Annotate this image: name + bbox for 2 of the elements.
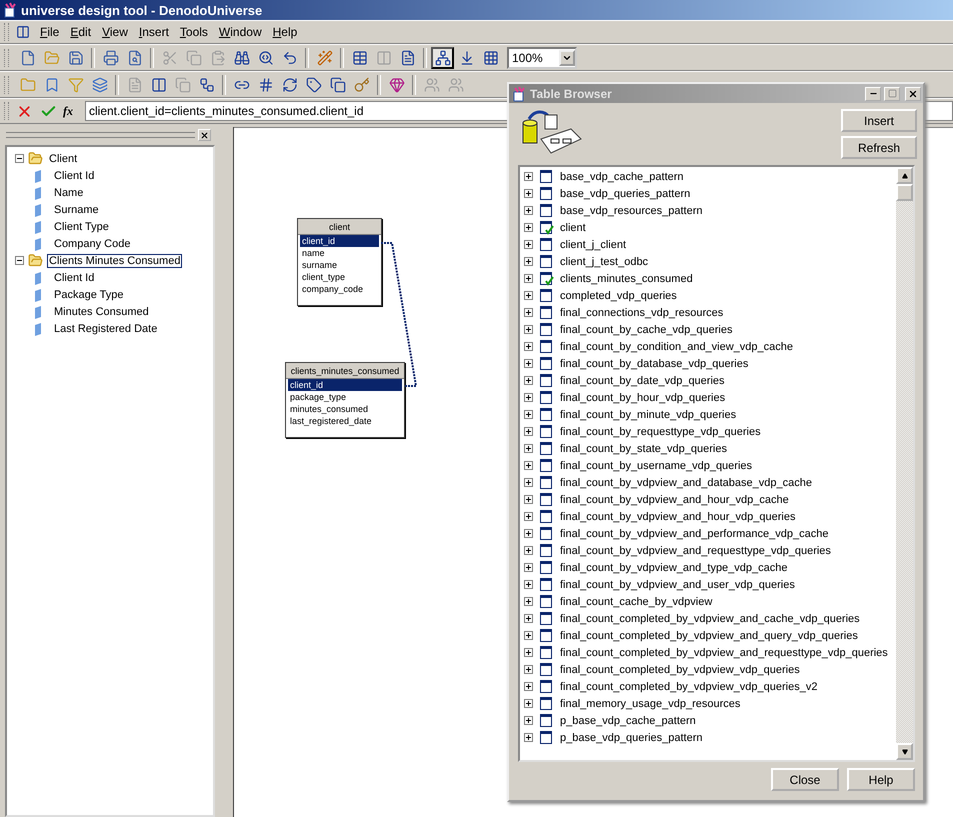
window-title: universe design tool - DenodoUniverse [21, 2, 262, 18]
window-title: Table Browser [530, 86, 613, 100]
